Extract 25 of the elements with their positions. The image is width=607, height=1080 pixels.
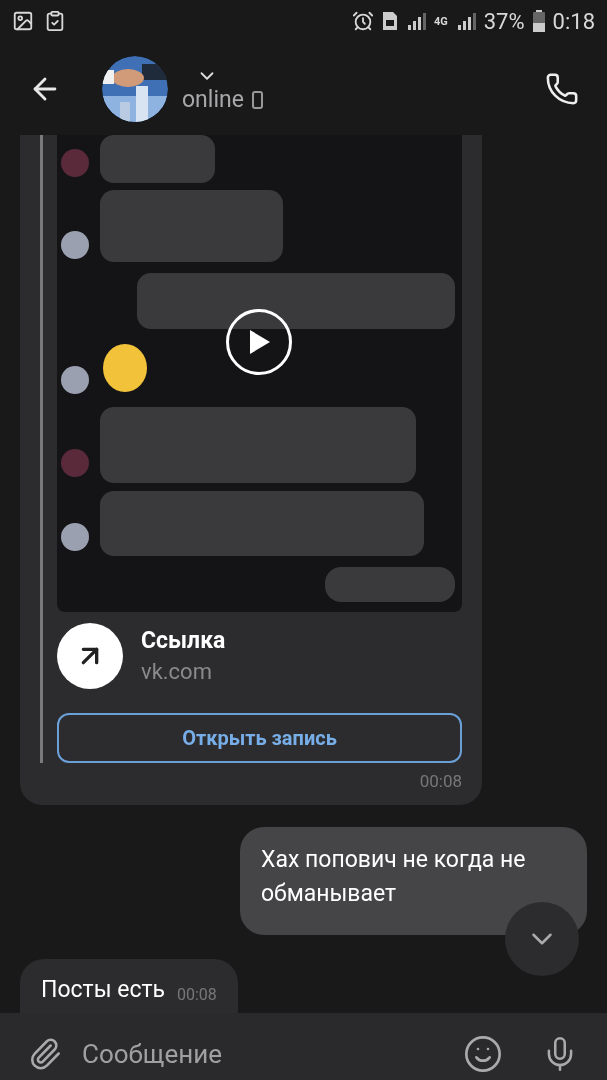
play-icon: [247, 329, 271, 355]
signal-icon: [405, 12, 426, 30]
attach-icon[interactable]: [28, 1036, 62, 1071]
online-status: online: [182, 86, 244, 113]
gallery-icon: [12, 10, 34, 32]
network-type: 4G: [433, 15, 448, 27]
message-time: 00:08: [177, 983, 217, 1006]
message-time: 00:08: [419, 770, 462, 793]
battery-icon: [532, 10, 545, 32]
battery-percent: 37%: [483, 7, 525, 36]
link-domain: vk.com: [141, 658, 213, 686]
message-composer[interactable]: Сообщение: [0, 1012, 607, 1080]
signal-icon: [455, 12, 476, 30]
phone-call-icon[interactable]: [545, 71, 579, 106]
mobile-phone-icon: [251, 90, 263, 109]
emoji-icon[interactable]: [463, 1033, 503, 1074]
play-button[interactable]: [226, 309, 292, 375]
outgoing-message: Хах попович не когда не обманывает: [240, 826, 587, 935]
link-title: Ссылка: [141, 626, 226, 656]
alarm-icon: [351, 10, 374, 32]
message-text: Посты есть: [41, 974, 165, 1005]
clipboard-icon: [44, 10, 66, 32]
sim-card-icon: [381, 11, 398, 31]
open-post-button[interactable]: Открыть запись: [57, 713, 462, 763]
clock: 0:18: [552, 7, 595, 36]
